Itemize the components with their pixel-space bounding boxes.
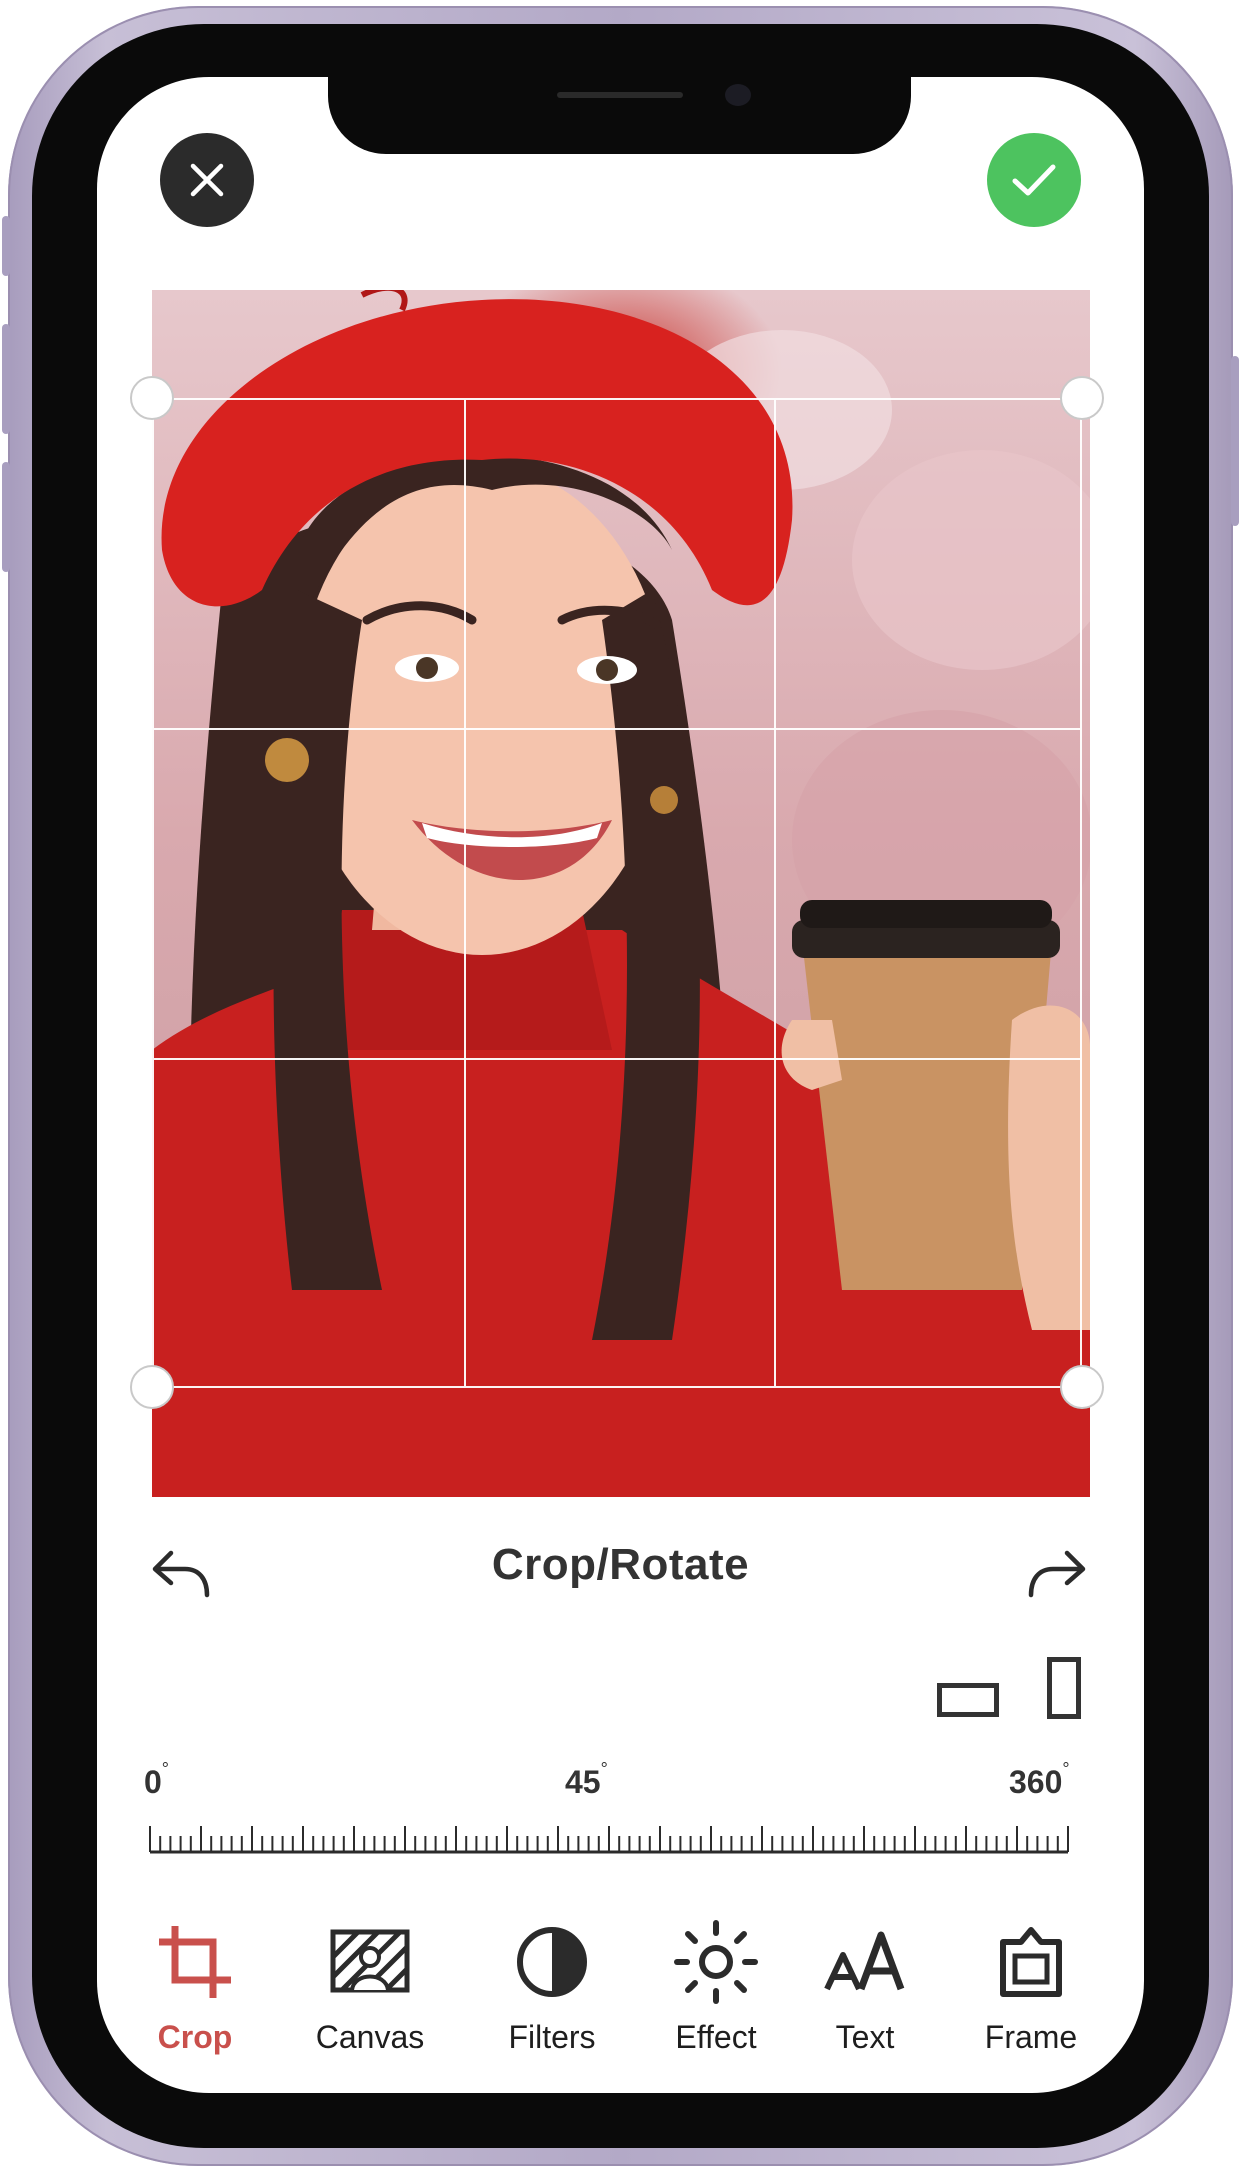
angle-label-min: 0° — [144, 1759, 169, 1800]
power-button — [1231, 356, 1239, 526]
tool-filters[interactable]: Filters — [477, 1917, 627, 2077]
notch — [328, 77, 911, 154]
bottom-toolbar: Crop Canvas Filters Effect Text Frame — [97, 1917, 1144, 2087]
tool-text[interactable]: Text — [790, 1917, 940, 2077]
grid-line-horizontal — [154, 1058, 1080, 1060]
angle-label-max: 360° — [1009, 1759, 1070, 1800]
portrait-orientation-button[interactable] — [1047, 1657, 1081, 1719]
tool-frame[interactable]: Frame — [956, 1917, 1106, 2077]
tool-canvas[interactable]: Canvas — [295, 1917, 445, 2077]
tool-label: Frame — [984, 2019, 1078, 2055]
volume-down-button — [2, 462, 10, 572]
tool-label: Effect — [675, 2019, 757, 2055]
grid-line-vertical — [464, 400, 466, 1386]
tool-label: Text — [835, 2019, 895, 2055]
crop-handle-top-right[interactable] — [1060, 376, 1104, 420]
check-icon — [1012, 164, 1056, 196]
filters-icon — [517, 1927, 587, 1997]
tool-crop[interactable]: Crop — [120, 1917, 270, 2077]
close-icon — [190, 163, 224, 197]
speaker-grille — [557, 92, 683, 98]
grid-line-horizontal — [154, 728, 1080, 730]
tool-label: Canvas — [315, 2019, 425, 2055]
landscape-orientation-button[interactable] — [937, 1683, 999, 1717]
canvas-icon — [330, 1929, 410, 1993]
confirm-button[interactable] — [987, 133, 1081, 227]
crop-area[interactable] — [152, 398, 1082, 1388]
redo-button[interactable] — [1019, 1539, 1089, 1609]
text-size-icon — [824, 1931, 905, 1991]
tool-label: Filters — [508, 2019, 596, 2055]
tool-effect[interactable]: Effect — [641, 1917, 791, 2077]
close-button[interactable] — [160, 133, 254, 227]
volume-up-button — [2, 324, 10, 434]
grid-line-vertical — [774, 400, 776, 1386]
sun-icon — [674, 1920, 758, 2004]
redo-arrow-icon — [1028, 1550, 1086, 1598]
angle-label-mid: 45° — [565, 1759, 608, 1800]
crop-handle-bottom-right[interactable] — [1060, 1365, 1104, 1409]
app-screen: Crop/Rotate 0° 45° 360° Crop Canvas Filt… — [97, 77, 1144, 2093]
crop-icon — [159, 1926, 231, 1998]
photo-canvas[interactable] — [152, 290, 1090, 1497]
tool-label: Crop — [157, 2019, 233, 2055]
crop-handle-top-left[interactable] — [130, 376, 174, 420]
crop-handle-bottom-left[interactable] — [130, 1365, 174, 1409]
frame-icon — [1000, 1927, 1062, 1997]
rotation-ruler[interactable] — [148, 1810, 1072, 1870]
editor-title: Crop/Rotate — [491, 1540, 750, 1589]
mute-switch — [2, 216, 10, 276]
front-camera — [725, 84, 751, 106]
